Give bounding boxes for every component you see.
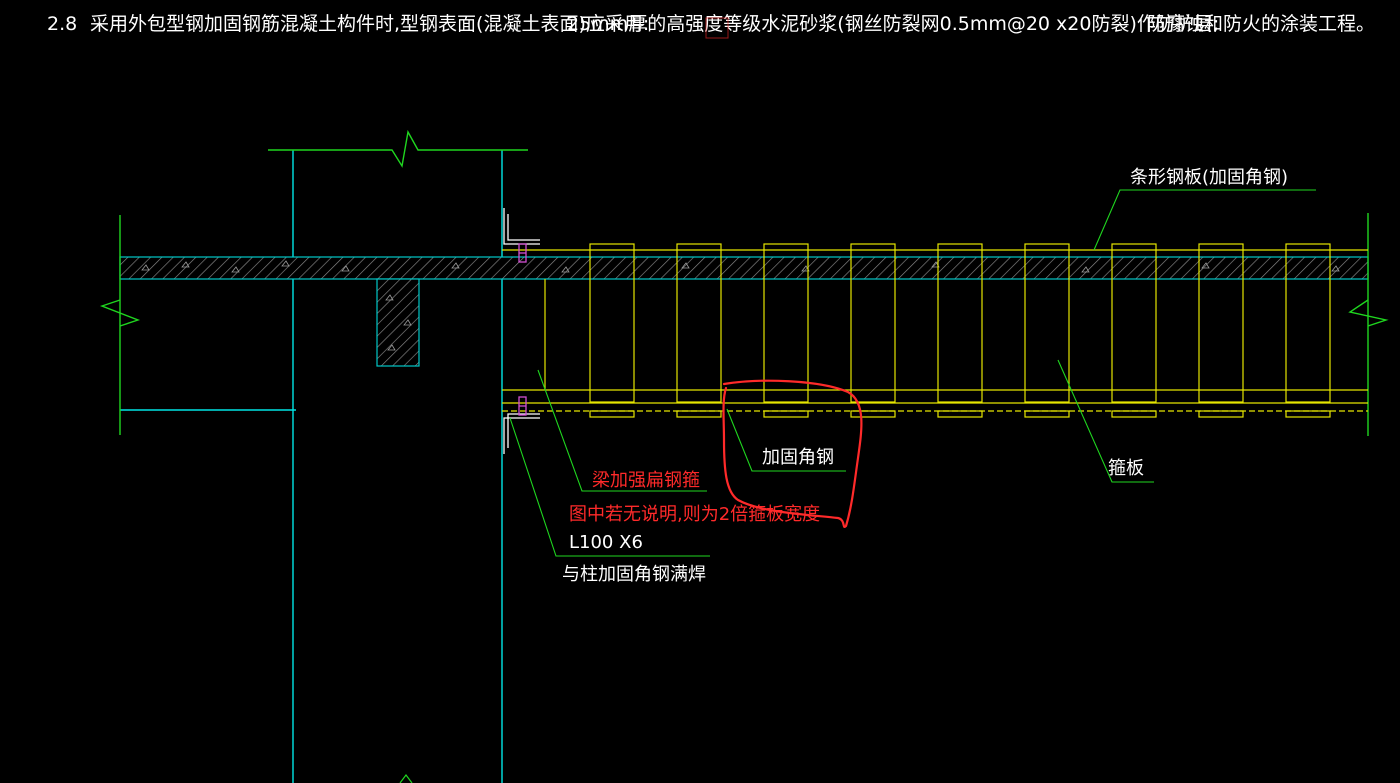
labels: 条形钢板(加固角钢) 箍板 加固角钢 梁加强扁钢箍 图中若无说明,则为2倍箍板宽…: [562, 167, 1288, 585]
label-beam-flat-bar: 梁加强扁钢箍: [592, 470, 700, 491]
cad-drawing-canvas: 2.8 采用外包型钢加固钢筋混凝土构件时,型钢表面(混凝土表面)应采用: 25m…: [47, 13, 1389, 783]
note-text-3: 防腐蚀和防火的涂装工程。: [1147, 13, 1375, 35]
top-corner-angle: [503, 208, 540, 245]
hoop-plate-foot-8: [1198, 410, 1244, 418]
leader-strip-plate: [1093, 189, 1316, 251]
column-break-line: [268, 129, 528, 168]
hoop-plate-foot-1: [589, 410, 635, 418]
bottom-corner-angle: [503, 417, 540, 454]
corner-angles: [503, 208, 540, 454]
downstand-beam: [376, 278, 420, 367]
hoop-plate-foot-2: [676, 410, 722, 418]
beam-section: [376, 278, 420, 367]
label-hoop-plate: 箍板: [1108, 458, 1144, 479]
leader-lines: [509, 189, 1316, 557]
floor-slab: [119, 256, 1369, 280]
hoop-plate-foot-9: [1285, 410, 1331, 418]
label-default-note: 图中若无说明,则为2倍箍板宽度: [569, 504, 820, 525]
column: [120, 150, 503, 783]
header-note: 2.8 采用外包型钢加固钢筋混凝土构件时,型钢表面(混凝土表面)应采用: 25m…: [47, 13, 1375, 35]
label-weld-note: 与柱加固角钢满焊: [562, 564, 706, 585]
hoop-plate-foot-6: [1024, 410, 1070, 418]
hoop-plate-foot-7: [1111, 410, 1157, 418]
note-number: 2.8: [47, 13, 77, 35]
label-strip-plate: 条形钢板(加固角钢): [1130, 167, 1288, 188]
note-text-1: 采用外包型钢加固钢筋混凝土构件时,型钢表面(混凝土表面)应采用:: [90, 13, 649, 35]
column-bottom-break: [399, 774, 413, 783]
hoop-plate-foot-3: [763, 410, 809, 418]
hoop-plate-foot-4: [850, 410, 896, 418]
label-reinforce-angle: 加固角钢: [762, 447, 834, 468]
hoop-plate-foot-5: [937, 410, 983, 418]
note-text-2: 25mm厚的高强度等级水泥砂浆(钢丝防裂网0.5mm@20 x20防裂)作防护层…: [567, 13, 1219, 35]
slab-section: [119, 256, 1369, 280]
label-angle-size: L100 X6: [569, 532, 643, 553]
